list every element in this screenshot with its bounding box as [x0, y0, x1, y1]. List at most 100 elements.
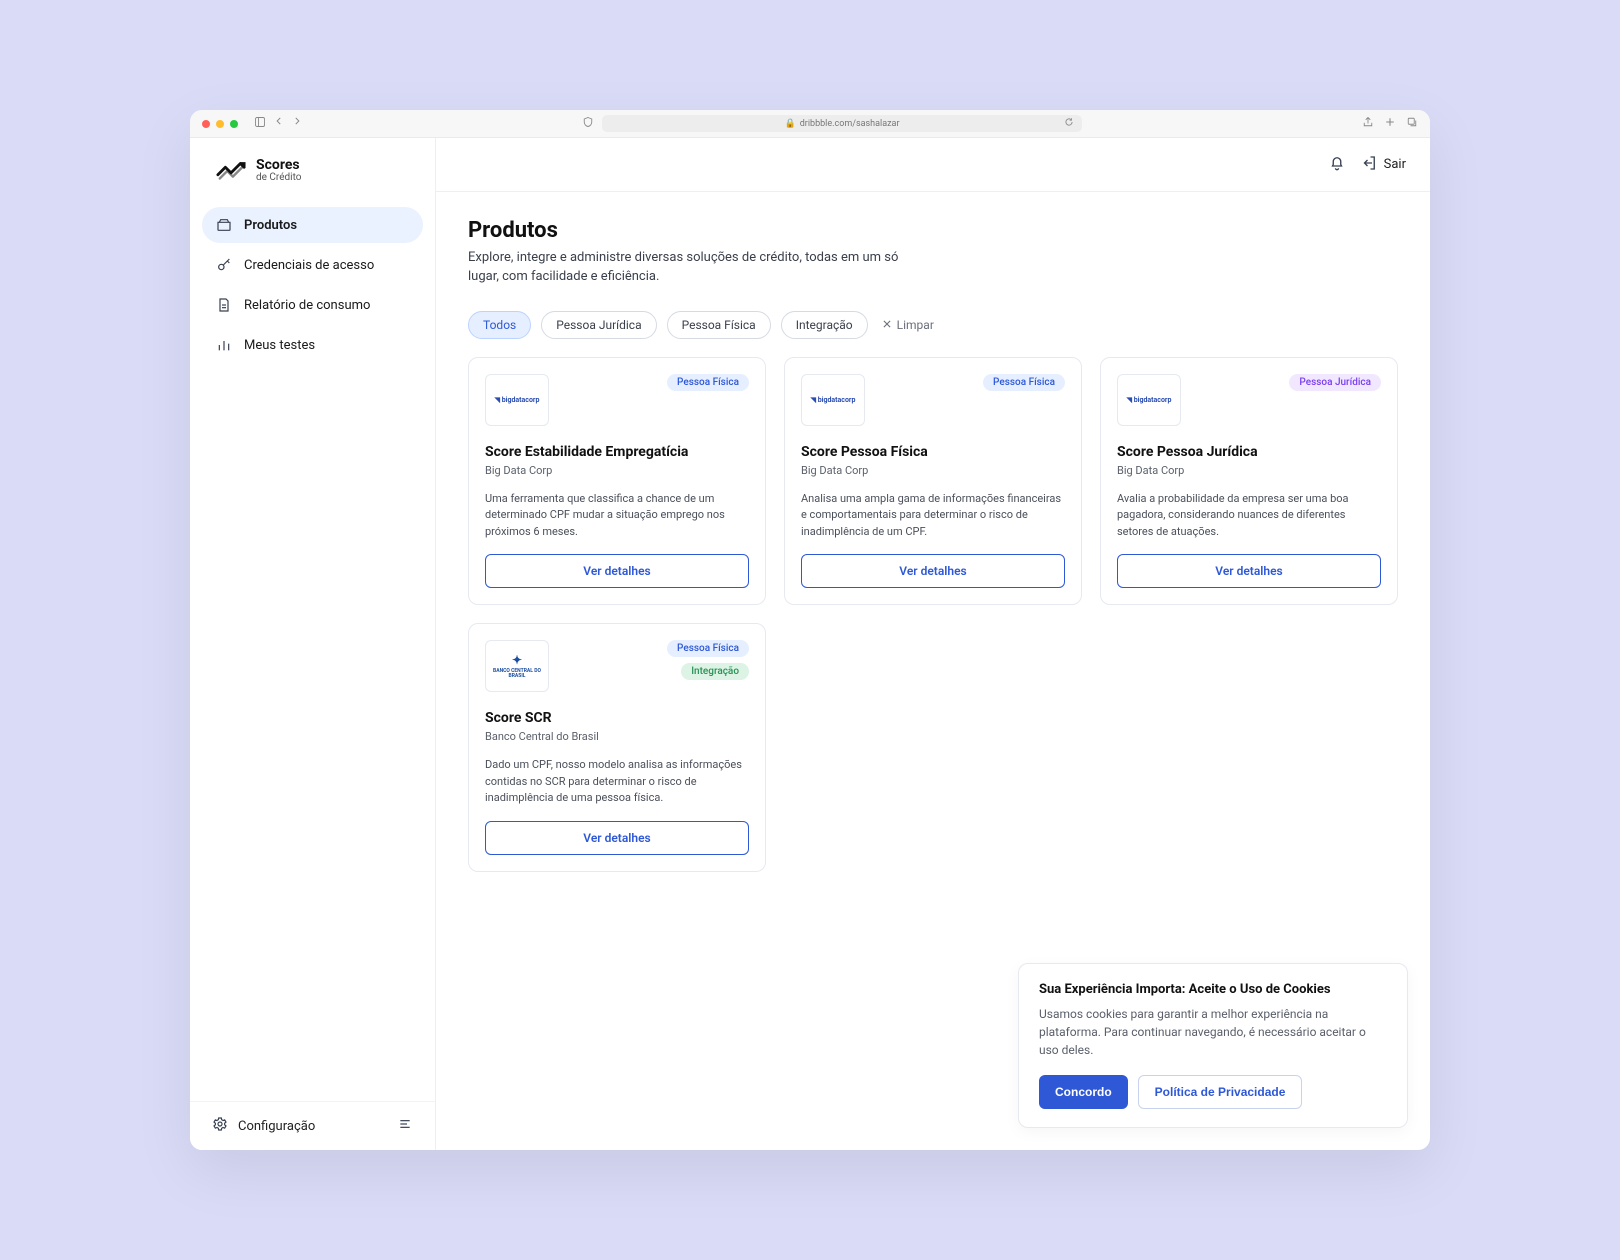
card-description: Dado um CPF, nosso modelo analisa as inf…: [485, 757, 749, 807]
card-description: Analisa uma ampla gama de informações fi…: [801, 491, 1065, 541]
gear-icon: [212, 1116, 228, 1136]
collapse-sidebar-button[interactable]: [397, 1116, 413, 1136]
sidebar-item-label: Meus testes: [244, 338, 315, 353]
card-description: Avalia a probabilidade da empresa ser um…: [1117, 491, 1381, 541]
badge-integracao: Integração: [681, 663, 749, 680]
sidebar-item-label: Relatório de consumo: [244, 298, 370, 313]
config-label: Configuração: [238, 1119, 315, 1134]
card-title: Score Estabilidade Empregatícia: [485, 444, 749, 460]
browser-window: 🔒 dribbble.com/sashalazar: [190, 110, 1430, 1150]
config-link[interactable]: Configuração: [212, 1116, 315, 1136]
filter-bar: Todos Pessoa Jurídica Pessoa Física Inte…: [468, 311, 1398, 339]
sidebar-item-label: Produtos: [244, 218, 297, 233]
cookie-agree-button[interactable]: Concordo: [1039, 1075, 1128, 1109]
brand-text: Scores de Crédito: [256, 158, 301, 183]
browser-titlebar: 🔒 dribbble.com/sashalazar: [190, 110, 1430, 138]
logout-icon: [1360, 154, 1378, 176]
titlebar-center: 🔒 dribbble.com/sashalazar: [310, 115, 1354, 132]
sidebar-nav: Produtos Credenciais de acesso Relatório…: [190, 207, 435, 363]
cookie-text: Usamos cookies para garantir a melhor ex…: [1039, 1005, 1387, 1059]
vendor-logo: ◥ bigdatacorp: [485, 374, 549, 426]
clear-label: Limpar: [897, 318, 934, 332]
minimize-window-dot[interactable]: [216, 120, 224, 128]
product-card: ✦ BANCO CENTRAL DO BRASIL Pessoa Física …: [468, 623, 766, 872]
details-button[interactable]: Ver detalhes: [485, 821, 749, 855]
card-title: Score Pessoa Jurídica: [1117, 444, 1381, 460]
page-title: Produtos: [468, 218, 1398, 243]
brand-logo-icon: [216, 161, 246, 181]
nav-forward-icon[interactable]: [292, 116, 302, 131]
sidebar-item-label: Credenciais de acesso: [244, 258, 374, 273]
globe-icon: ✦: [512, 653, 522, 667]
card-header: ◥ bigdatacorp Pessoa Jurídica: [1117, 374, 1381, 426]
maximize-window-dot[interactable]: [230, 120, 238, 128]
address-bar[interactable]: 🔒 dribbble.com/sashalazar: [602, 115, 1082, 132]
sidebar: Scores de Crédito Produtos Credenciais d…: [190, 138, 436, 1150]
clear-filters-button[interactable]: Limpar: [882, 318, 934, 332]
bar-chart-icon: [216, 337, 232, 353]
sidebar-item-produtos[interactable]: Produtos: [202, 207, 423, 243]
close-icon: [882, 318, 892, 332]
lock-icon: 🔒: [784, 119, 795, 129]
filter-chip-integracao[interactable]: Integração: [781, 311, 868, 339]
card-vendor: Big Data Corp: [485, 464, 749, 477]
vendor-logo: ◥ bigdatacorp: [801, 374, 865, 426]
badge-pf: Pessoa Física: [983, 374, 1065, 391]
vendor-logo-text: ◥ bigdatacorp: [811, 396, 856, 404]
badge-list: Pessoa Física: [983, 374, 1065, 391]
card-title: Score SCR: [485, 710, 749, 726]
share-icon[interactable]: [1362, 116, 1374, 131]
main-area: Sair Produtos Explore, integre e adminis…: [436, 138, 1430, 1150]
brand-subtitle: de Crédito: [256, 173, 301, 184]
app-root: Scores de Crédito Produtos Credenciais d…: [190, 138, 1430, 1150]
vendor-logo-text: BANCO CENTRAL DO BRASIL: [486, 669, 548, 680]
details-button[interactable]: Ver detalhes: [485, 554, 749, 588]
privacy-shield-icon[interactable]: [582, 116, 594, 131]
product-card: ◥ bigdatacorp Pessoa Física Score Estabi…: [468, 357, 766, 606]
brand-title: Scores: [256, 158, 301, 173]
vendor-logo-text: ◥ bigdatacorp: [1127, 396, 1172, 404]
sidebar-item-testes[interactable]: Meus testes: [202, 327, 423, 363]
refresh-icon[interactable]: [1064, 117, 1074, 130]
topbar: Sair: [436, 138, 1430, 192]
details-button[interactable]: Ver detalhes: [801, 554, 1065, 588]
cookie-actions: Concordo Política de Privacidade: [1039, 1075, 1387, 1109]
card-header: ◥ bigdatacorp Pessoa Física: [801, 374, 1065, 426]
nav-back-icon[interactable]: [274, 116, 284, 131]
card-description: Uma ferramenta que classifica a chance d…: [485, 491, 749, 541]
document-icon: [216, 297, 232, 313]
details-button[interactable]: Ver detalhes: [1117, 554, 1381, 588]
brand: Scores de Crédito: [190, 138, 435, 207]
card-title: Score Pessoa Física: [801, 444, 1065, 460]
vendor-logo: ✦ BANCO CENTRAL DO BRASIL: [485, 640, 549, 692]
card-header: ✦ BANCO CENTRAL DO BRASIL Pessoa Física …: [485, 640, 749, 692]
key-icon: [216, 257, 232, 273]
traffic-lights: [202, 120, 238, 128]
cookie-banner: Sua Experiência Importa: Aceite o Uso de…: [1018, 963, 1408, 1128]
card-vendor: Big Data Corp: [1117, 464, 1381, 477]
badge-pf: Pessoa Física: [667, 374, 749, 391]
sidebar-item-credenciais[interactable]: Credenciais de acesso: [202, 247, 423, 283]
card-vendor: Big Data Corp: [801, 464, 1065, 477]
cookie-title: Sua Experiência Importa: Aceite o Uso de…: [1039, 982, 1387, 997]
vendor-logo-text: ◥ bigdatacorp: [495, 396, 540, 404]
titlebar-left-icons: [254, 116, 302, 131]
badge-pj: Pessoa Jurídica: [1289, 374, 1381, 391]
new-tab-icon[interactable]: [1384, 116, 1396, 131]
cookie-policy-button[interactable]: Política de Privacidade: [1138, 1075, 1303, 1109]
filter-chip-pf[interactable]: Pessoa Física: [667, 311, 771, 339]
badge-pf: Pessoa Física: [667, 640, 749, 657]
card-header: ◥ bigdatacorp Pessoa Física: [485, 374, 749, 426]
bell-icon[interactable]: [1328, 154, 1346, 176]
sidebar-item-relatorio[interactable]: Relatório de consumo: [202, 287, 423, 323]
sidebar-toggle-icon[interactable]: [254, 116, 266, 131]
filter-chip-pj[interactable]: Pessoa Jurídica: [541, 311, 656, 339]
logout-button[interactable]: Sair: [1360, 154, 1406, 176]
close-window-dot[interactable]: [202, 120, 210, 128]
tabs-overview-icon[interactable]: [1406, 116, 1418, 131]
page-subtitle: Explore, integre e administre diversas s…: [468, 249, 928, 287]
product-card: ◥ bigdatacorp Pessoa Física Score Pessoa…: [784, 357, 1082, 606]
filter-chip-todos[interactable]: Todos: [468, 311, 531, 339]
product-card: ◥ bigdatacorp Pessoa Jurídica Score Pess…: [1100, 357, 1398, 606]
product-grid: ◥ bigdatacorp Pessoa Física Score Estabi…: [468, 357, 1398, 872]
